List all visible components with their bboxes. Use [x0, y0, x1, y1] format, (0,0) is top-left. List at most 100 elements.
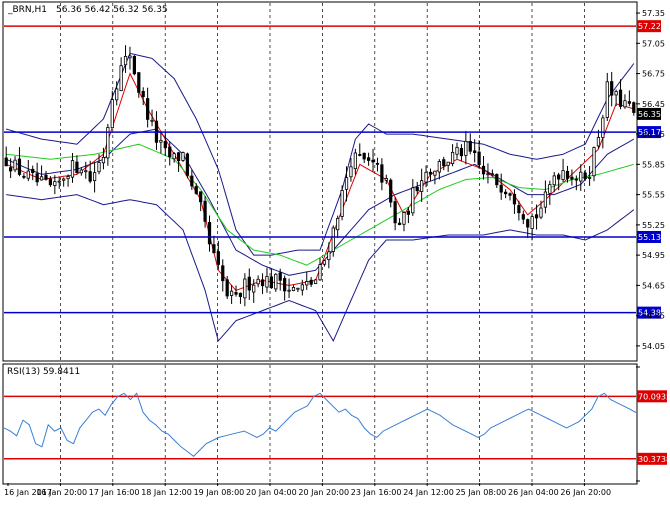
candle-body [632, 102, 636, 113]
candle-body [539, 207, 543, 218]
candle-body [53, 181, 57, 186]
candle-body [481, 165, 486, 175]
candle-body [552, 175, 556, 186]
candle-body [4, 157, 8, 167]
y-tick-label: 57.35 [642, 9, 665, 18]
candle-body [349, 166, 353, 178]
candle-body [203, 200, 207, 222]
candle-body [362, 152, 366, 160]
candle-body [340, 190, 344, 217]
candle-body [132, 55, 136, 75]
candle-body [300, 284, 304, 291]
candle-body [327, 251, 331, 261]
candle-body [592, 147, 596, 177]
x-tick-label: 19 Jan 08:00 [194, 488, 245, 497]
candle-body [101, 156, 106, 164]
y-tick-label: 54.65 [642, 281, 665, 290]
candle-body [48, 178, 53, 186]
candle-body [256, 278, 260, 285]
candle-body [384, 178, 388, 181]
y-tick-label: 55.85 [642, 160, 665, 169]
candle-body [216, 251, 220, 265]
chart-ohlc-readout: 56.36 56.42 56.32 56.35 [56, 5, 168, 15]
candle-body [614, 91, 618, 96]
candle-body [269, 276, 273, 289]
candle-body [79, 169, 83, 174]
candle-body [420, 180, 424, 192]
candle-body [212, 244, 216, 254]
x-tick-label: 25 Jan 08:00 [456, 488, 507, 497]
candle-body [455, 147, 459, 155]
y-tick-label: 56.15 [642, 130, 665, 139]
candle-body [517, 205, 521, 214]
candle-body [62, 178, 66, 181]
candle-body [459, 148, 464, 157]
y-tick-label: 57.05 [642, 39, 665, 48]
price-level-label: 57.22 [638, 22, 661, 31]
candle-body [353, 152, 357, 170]
candle-body [397, 222, 402, 225]
candle-body [495, 173, 499, 186]
candle-body [561, 170, 565, 180]
candle-body [446, 161, 450, 166]
candle-body [344, 177, 349, 190]
candle-body [110, 99, 114, 129]
candle-body [22, 175, 26, 178]
candle-body [287, 289, 291, 292]
x-tick-label: 23 Jan 16:00 [351, 488, 402, 497]
candle-body [247, 276, 251, 291]
rsi-title-label: RSI(13) 59.8411 [7, 367, 80, 377]
candle-body [428, 171, 433, 175]
candle-body [225, 279, 229, 297]
candle-body [610, 81, 614, 96]
x-tick-label: 18 Jan 12:00 [141, 488, 192, 497]
candle-body [296, 287, 300, 290]
candle-body [411, 187, 415, 214]
price-level-label: 55.13 [638, 233, 661, 242]
candle-body [115, 88, 119, 101]
rsi-level-label: 70.0935 [638, 392, 670, 401]
candle-body [119, 65, 123, 92]
candle-body [415, 186, 419, 192]
candle-body [185, 153, 190, 176]
x-tick-label: 16 Jan 20:00 [36, 488, 87, 497]
candle-body [587, 176, 592, 179]
candle-body [618, 89, 623, 107]
candle-body [123, 55, 128, 66]
candle-body [433, 170, 437, 176]
candle-body [548, 184, 552, 194]
candle-body [31, 168, 35, 173]
x-tick-label: 24 Jan 12:00 [403, 488, 454, 497]
candle-body [274, 273, 278, 290]
y-tick-label: 54.95 [642, 251, 665, 260]
current-price-label: 56.35 [638, 110, 661, 119]
candle-body [389, 179, 393, 203]
candle-body [358, 154, 362, 156]
candle-body [168, 146, 172, 158]
candle-body [468, 140, 472, 152]
candle-body [39, 176, 44, 181]
candle-body [238, 292, 243, 297]
candle-body [207, 221, 212, 245]
candle-body [17, 158, 22, 175]
candle-body [163, 141, 167, 149]
candle-body [13, 159, 17, 171]
candle-body [530, 216, 534, 229]
candle-body [75, 161, 79, 173]
candle-body [512, 193, 517, 205]
candle-body [579, 171, 583, 182]
candle-body [172, 153, 176, 160]
candle-body [70, 160, 75, 178]
x-tick-label: 17 Jan 16:00 [89, 488, 140, 497]
candle-body [375, 162, 380, 165]
candle-body [278, 272, 282, 281]
candle-body [199, 191, 203, 203]
candle-body [526, 219, 530, 228]
candle-body [92, 172, 97, 181]
candle-body [623, 100, 627, 108]
candle-body [393, 201, 397, 224]
candle-body [464, 140, 468, 156]
candle-body [229, 290, 234, 296]
candle-body [146, 98, 150, 120]
chart-symbol-label: _BRN,H1 [7, 5, 47, 15]
